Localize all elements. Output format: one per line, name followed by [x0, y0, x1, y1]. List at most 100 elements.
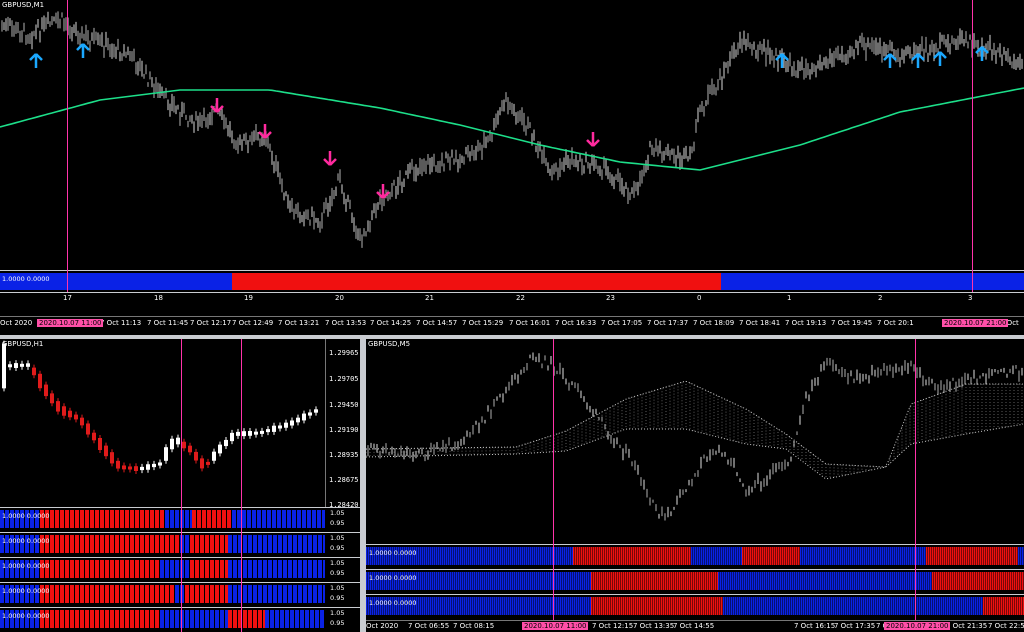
time-tick-label: 7 Oct 13:35 — [633, 622, 675, 630]
time-tick-label: 7 Oct 13:53 — [325, 319, 367, 327]
indicator-bar — [788, 572, 790, 590]
indicator-bar — [900, 547, 902, 565]
indicator-bar — [432, 597, 434, 615]
indicator-bar — [898, 572, 900, 590]
main-price-chart[interactable] — [0, 0, 1024, 268]
indicator-bar — [185, 560, 189, 578]
indicator-bar — [627, 597, 629, 615]
hour-tick-label: 1 — [787, 294, 792, 302]
indicator-bar — [135, 560, 139, 578]
indicator-bar — [560, 547, 562, 565]
indicator-bar — [963, 597, 965, 615]
indicator-bar — [757, 597, 759, 615]
indicator-bar — [562, 572, 564, 590]
indicator-bar — [970, 547, 972, 565]
indicator-bar — [709, 597, 711, 615]
indicator-bar — [945, 597, 947, 615]
indicator-bar — [912, 572, 914, 590]
indicator-bar — [988, 547, 990, 565]
m5-chart-panel[interactable]: GBPUSD,M5 1.0000 0.0000 1.0000 0.0000 1.00… — [366, 339, 1024, 632]
indicator-bar — [958, 572, 960, 590]
indicator-bar — [964, 572, 966, 590]
indicator-bar — [568, 597, 570, 615]
indicator-bar — [738, 572, 740, 590]
indicator-bar — [287, 510, 291, 528]
indicator-bar — [629, 572, 631, 590]
indicator-bar — [687, 547, 689, 565]
indicator-bar — [659, 547, 661, 565]
indicator-bar — [303, 535, 307, 553]
indicator-bar — [544, 547, 546, 565]
indicator-bar — [715, 572, 717, 590]
indicator-bar — [1008, 547, 1010, 565]
indicator-bar — [460, 547, 462, 565]
indicator-bar — [580, 572, 582, 590]
indicator-bar — [434, 572, 436, 590]
indicator-bar — [905, 597, 907, 615]
indicator-bar — [1011, 597, 1013, 615]
indicator-bar — [762, 547, 764, 565]
indicator-bar — [70, 510, 74, 528]
indicator-bar — [125, 510, 129, 528]
subwindow-scale: 1.05 — [330, 559, 345, 567]
h1-price-chart[interactable] — [0, 339, 325, 507]
indicator-bar — [733, 547, 735, 565]
indicator-bar — [949, 597, 951, 615]
indicator-bar — [490, 572, 492, 590]
indicator-red-mid — [232, 273, 721, 290]
indicator-bar — [667, 572, 669, 590]
m5-ichimoku-chart[interactable] — [366, 339, 1024, 544]
indicator-bar — [579, 547, 581, 565]
hour-tick-label: 20 — [335, 294, 344, 302]
indicator-bar — [202, 510, 206, 528]
indicator-bar — [599, 547, 601, 565]
h1-price-axis: 1.29965 1.29705 1.29450 1.29190 1.28935 1.286… — [325, 339, 360, 509]
indicator-bar — [976, 547, 978, 565]
indicator-bar — [270, 610, 274, 628]
indicator-bar — [504, 597, 506, 615]
indicator-bar — [919, 597, 921, 615]
indicator-bar — [150, 610, 154, 628]
indicator-bar — [248, 560, 252, 578]
indicator-bar — [1012, 547, 1014, 565]
subwindow-scale: 1.05 — [330, 534, 345, 542]
indicator-bar — [786, 572, 788, 590]
indicator-bar — [737, 547, 739, 565]
candle-body — [116, 460, 120, 469]
indicator-bar — [426, 547, 428, 565]
indicator-bar — [852, 572, 854, 590]
indicator-bar — [207, 510, 211, 528]
time-tick-label: 7 Oct 16:15 — [794, 622, 836, 630]
h1-chart-panel[interactable]: GBPUSD,H1 1.29965 1.29705 1.29450 1.29190 1.… — [0, 339, 360, 632]
indicator-bar — [65, 610, 69, 628]
price-tick-label: 1.29705 — [329, 375, 359, 383]
indicator-bar — [635, 597, 637, 615]
indicator-bar — [753, 597, 755, 615]
indicator-bar — [140, 560, 144, 578]
indicator-bar — [295, 610, 299, 628]
m5-chart-title: GBPUSD,M5 — [368, 340, 411, 348]
indicator-bar — [799, 597, 801, 615]
indicator-bar — [887, 597, 889, 615]
candle-body — [284, 422, 288, 428]
indicator-bar — [691, 547, 693, 565]
indicator-bar — [293, 585, 297, 603]
indicator-bar — [502, 547, 504, 565]
indicator-bar — [140, 510, 144, 528]
indicator-bar — [85, 535, 89, 553]
indicator-bar — [822, 547, 824, 565]
indicator-bar — [663, 597, 665, 615]
indicator-bar — [508, 547, 510, 565]
indicator-bar — [462, 597, 464, 615]
indicator-bar — [50, 585, 54, 603]
indicator-bar — [273, 560, 277, 578]
indicator-bar — [170, 560, 174, 578]
indicator-bar — [669, 572, 671, 590]
indicator-bar — [65, 585, 69, 603]
indicator-bar — [248, 535, 252, 553]
indicator-bar — [601, 547, 603, 565]
indicator-bar — [727, 547, 729, 565]
main-chart-panel[interactable]: GBPUSD,M1 1.0000 0.0000 17 18 19 20 21 22 23 0 1… — [0, 0, 1024, 335]
indicator-bar — [772, 547, 774, 565]
indicator-bar — [593, 547, 595, 565]
